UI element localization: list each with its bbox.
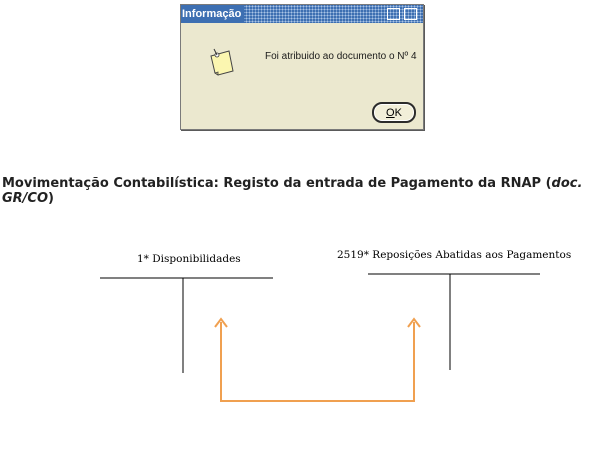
t-account-2-label: 2519* Reposições Abatidas aos Pagamentos	[337, 249, 572, 261]
transfer-connector	[220, 322, 415, 402]
t-account-1-label: 1* Disponibilidades	[137, 253, 241, 265]
t-account-diagram	[100, 273, 540, 402]
